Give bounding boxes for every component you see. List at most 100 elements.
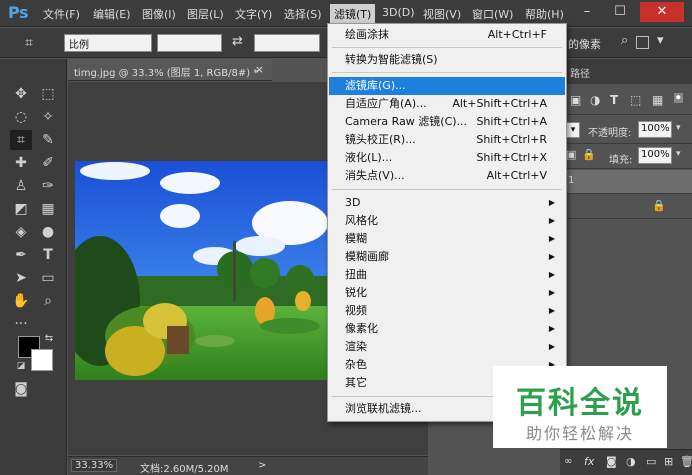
workspace-icon[interactable] — [636, 36, 649, 49]
magic-wand-icon[interactable]: ✧ — [37, 107, 59, 127]
menu-separator — [332, 47, 562, 48]
menu-edit[interactable]: 编辑(E) — [93, 6, 131, 22]
opacity-input[interactable]: 100% — [638, 121, 672, 138]
adjustment-layer-icon[interactable]: ◑ — [626, 455, 636, 468]
type-filter-icon[interactable]: T — [610, 93, 618, 107]
menu-item-blur-gallery[interactable]: 模糊画廊 ▶ — [329, 248, 565, 266]
more-tools-icon[interactable]: ··· — [10, 314, 32, 334]
menu-type[interactable]: 文字(Y) — [235, 6, 272, 22]
opacity-dropdown-icon[interactable]: ▾ — [676, 123, 681, 133]
lasso-icon[interactable]: ◌ — [10, 107, 32, 127]
smart-filter-icon[interactable]: ▦ — [652, 93, 663, 107]
new-layer-icon[interactable]: ⊞ — [664, 455, 673, 468]
menu-item-lens-correction[interactable]: 镜头校正(R)... Shift+Ctrl+R — [329, 131, 565, 149]
layer-row-background[interactable]: 🔒 — [560, 195, 692, 219]
restore-icon[interactable]: ☐ — [605, 2, 635, 22]
dodge-icon[interactable]: ● — [37, 222, 59, 242]
filter-toggle[interactable]: ⏺ — [674, 93, 683, 103]
menu-item-camera-raw[interactable]: Camera Raw 滤镜(C)... Shift+Ctrl+A — [329, 113, 565, 131]
quick-mask-icon[interactable]: ◙ — [10, 379, 32, 399]
crop-icon[interactable]: ⌗ — [10, 130, 32, 150]
blur-icon[interactable]: ◈ — [10, 222, 32, 242]
lock-pixels-icon[interactable]: ▣ — [566, 148, 576, 161]
rectangle-icon[interactable]: ▭ — [37, 268, 59, 288]
new-group-icon[interactable]: ▭ — [646, 455, 656, 468]
default-colors-icon[interactable]: ◪ — [14, 359, 28, 373]
hand-icon[interactable]: ✋ — [10, 291, 32, 311]
crop-tool-preset-icon[interactable]: ⌗ — [18, 33, 40, 53]
stamp-icon[interactable]: ♙ — [10, 176, 32, 196]
eraser-icon[interactable]: ◩ — [10, 199, 32, 219]
ratio-select[interactable]: 比例 — [64, 34, 152, 52]
menu-item-label: 像素化 — [345, 322, 378, 335]
marquee-icon[interactable]: ⬚ — [37, 84, 59, 104]
menu-filter[interactable]: 滤镜(T) — [330, 4, 376, 24]
delete-pixels-label: 的像素 — [568, 38, 601, 51]
zoom-level[interactable]: 33.33% — [71, 459, 118, 472]
menu-window[interactable]: 窗口(W) — [472, 6, 513, 22]
minimize-icon[interactable]: – — [572, 2, 602, 22]
menu-item-adaptive-wide-angle[interactable]: 自适应广角(A)... Alt+Shift+Ctrl+A — [329, 95, 565, 113]
brush-icon[interactable]: ✐ — [37, 153, 59, 173]
workspace-dropdown-icon[interactable]: ▾ — [657, 33, 664, 48]
menu-item-vanishing-point[interactable]: 消失点(V)... Alt+Ctrl+V — [329, 167, 565, 185]
menu-item-pixelate[interactable]: 像素化 ▶ — [329, 320, 565, 338]
menu-item-sharpen[interactable]: 锐化 ▶ — [329, 284, 565, 302]
menu-item-blur[interactable]: 模糊 ▶ — [329, 230, 565, 248]
image-filter-icon[interactable]: ▣ — [570, 93, 581, 107]
link-layers-icon[interactable]: ∞ — [564, 456, 572, 467]
path-select-icon[interactable]: ➤ — [10, 268, 32, 288]
eyedropper-icon[interactable]: ✎ — [37, 130, 59, 150]
adjustment-filter-icon[interactable]: ◑ — [590, 93, 600, 107]
menu-item-3d[interactable]: 3D ▶ — [329, 194, 565, 212]
status-arrow-icon[interactable]: > — [258, 460, 266, 471]
menu-image[interactable]: 图像(I) — [142, 6, 176, 22]
history-brush-icon[interactable]: ✑ — [37, 176, 59, 196]
swap-icon[interactable]: ⇄ — [232, 34, 243, 49]
menu-item-stylize[interactable]: 风格化 ▶ — [329, 212, 565, 230]
menu-item-label: 滤镜库(G)... — [345, 79, 406, 92]
menu-view[interactable]: 视图(V) — [423, 6, 461, 22]
shape-filter-icon[interactable]: ⬚ — [630, 93, 641, 107]
gradient-icon[interactable]: ▦ — [37, 199, 59, 219]
healing-brush-icon[interactable]: ✚ — [10, 153, 32, 173]
menu-separator — [332, 189, 562, 190]
width-input[interactable] — [157, 34, 222, 52]
blend-mode-select[interactable]: ▾ — [566, 122, 580, 138]
menu-item-render[interactable]: 渲染 ▶ — [329, 338, 565, 356]
submenu-arrow-icon: ▶ — [548, 306, 555, 315]
menu-item-last-filter[interactable]: 绘画涂抹 Alt+Ctrl+F — [329, 26, 565, 44]
menu-separator — [332, 72, 562, 73]
swap-colors-icon[interactable]: ⇆ — [42, 332, 56, 346]
filter-menu: 绘画涂抹 Alt+Ctrl+F 转换为智能滤镜(S) 滤镜库(G)... 自适应… — [327, 23, 567, 422]
menu-item-video[interactable]: 视频 ▶ — [329, 302, 565, 320]
move-icon[interactable]: ✥ — [10, 84, 32, 104]
lock-all-icon[interactable]: 🔒 — [582, 148, 596, 161]
type-icon[interactable]: T — [37, 245, 59, 265]
pen-icon[interactable]: ✒ — [10, 245, 32, 265]
menu-item-distort[interactable]: 扭曲 ▶ — [329, 266, 565, 284]
delete-layer-icon[interactable]: 🗑 — [680, 455, 692, 468]
zoom-icon[interactable]: ⌕ — [37, 291, 59, 311]
menu-select[interactable]: 选择(S) — [284, 6, 322, 22]
document-tab[interactable]: timg.jpg @ 33.3% (图层 1, RGB/8#) * × — [68, 59, 272, 81]
menu-item-filter-gallery[interactable]: 滤镜库(G)... — [329, 77, 565, 95]
search-icon[interactable]: ⌕ — [621, 33, 628, 48]
height-input[interactable] — [254, 34, 320, 52]
menu-help[interactable]: 帮助(H) — [525, 6, 564, 22]
background-color-swatch[interactable] — [31, 349, 53, 371]
fill-input[interactable]: 100% — [638, 147, 672, 164]
close-icon[interactable]: ✕ — [640, 2, 684, 22]
close-document-icon[interactable]: × — [255, 63, 264, 76]
add-mask-icon[interactable]: ◙ — [606, 455, 617, 468]
layer-row-selected[interactable]: 1 — [560, 170, 692, 194]
menu-file[interactable]: 文件(F) — [43, 6, 80, 22]
menu-layer[interactable]: 图层(L) — [187, 6, 224, 22]
layer-style-icon[interactable]: fx — [584, 455, 594, 468]
fill-dropdown-icon[interactable]: ▾ — [676, 149, 681, 159]
paths-tab[interactable]: 路径 — [570, 65, 590, 80]
menu-item-convert-smart-filter[interactable]: 转换为智能滤镜(S) — [329, 51, 565, 69]
menu-item-liquify[interactable]: 液化(L)... Shift+Ctrl+X — [329, 149, 565, 167]
menu-3d[interactable]: 3D(D) — [382, 6, 415, 19]
canvas-image[interactable] — [75, 161, 328, 380]
